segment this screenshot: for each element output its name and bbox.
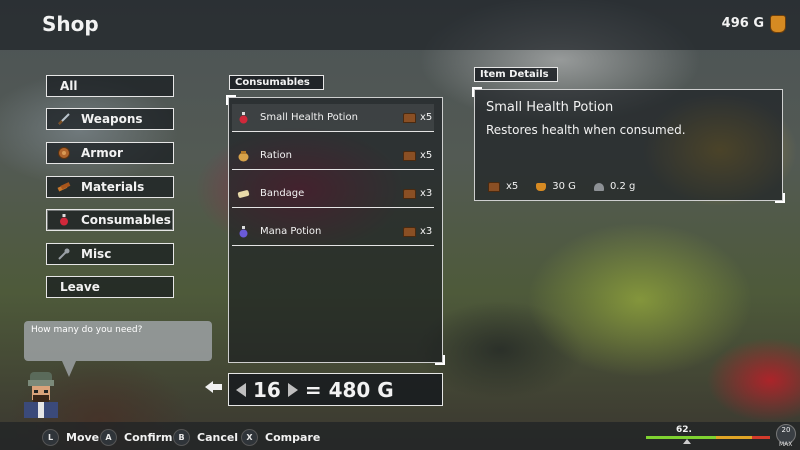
detail-stats: x5 30 G 0.2 g bbox=[488, 181, 635, 192]
category-leave-button[interactable]: Leave bbox=[46, 276, 174, 298]
category-label: Misc bbox=[81, 247, 112, 261]
hint-label: Cancel bbox=[197, 431, 239, 444]
hint-label: Compare bbox=[265, 431, 321, 444]
hint-confirm: A Confirm bbox=[100, 429, 173, 446]
category-consumables-button[interactable]: Consumables bbox=[46, 209, 174, 231]
hint-move: L Move bbox=[42, 429, 99, 446]
exp-bar bbox=[646, 436, 770, 439]
shield-icon bbox=[58, 147, 70, 159]
quantity-selector[interactable]: 16 = 480 G bbox=[228, 373, 443, 406]
chest-icon bbox=[403, 112, 416, 123]
speech-bubble: How many do you need? bbox=[24, 321, 212, 361]
item-qty: x5 bbox=[420, 150, 433, 161]
list-item[interactable]: Bandage x3 bbox=[232, 180, 434, 208]
b-button-icon: B bbox=[173, 429, 190, 446]
dialog-text: How many do you need? bbox=[31, 325, 143, 335]
item-list-title: Consumables bbox=[229, 75, 324, 90]
a-button-icon: A bbox=[100, 429, 117, 446]
item-details-title: Item Details bbox=[474, 67, 558, 82]
chest-icon bbox=[403, 150, 416, 161]
detail-item-description: Restores health when consumed. bbox=[486, 123, 686, 137]
chest-icon bbox=[488, 181, 500, 192]
category-armor-button[interactable]: Armor bbox=[46, 142, 174, 164]
item-name: Bandage bbox=[260, 188, 305, 199]
sword-icon bbox=[58, 113, 70, 125]
item-name: Small Health Potion bbox=[260, 112, 358, 123]
hint-cancel: B Cancel bbox=[173, 429, 238, 446]
l-stick-icon: L bbox=[42, 429, 59, 446]
increase-arrow-icon[interactable] bbox=[287, 382, 299, 397]
blue-potion-icon bbox=[239, 225, 248, 237]
list-item[interactable]: Mana Potion x3 bbox=[232, 218, 434, 246]
category-label: All bbox=[60, 79, 78, 93]
category-label: Armor bbox=[81, 146, 123, 160]
chest-icon bbox=[403, 226, 416, 237]
red-potion-icon bbox=[239, 111, 248, 123]
hint-label: Confirm bbox=[124, 431, 173, 444]
category-all-button[interactable]: All bbox=[46, 75, 174, 97]
quantity-total: = 480 G bbox=[304, 377, 394, 402]
item-qty: x3 bbox=[420, 188, 433, 199]
detail-owned: x5 bbox=[506, 181, 519, 192]
category-weapons-button[interactable]: Weapons bbox=[46, 108, 174, 130]
chest-icon bbox=[403, 188, 416, 199]
list-item[interactable]: Ration x5 bbox=[232, 142, 434, 170]
ration-bag-icon bbox=[238, 150, 249, 161]
bandage-icon bbox=[237, 189, 250, 198]
quantity-value: 16 bbox=[253, 377, 281, 402]
hint-label: Move bbox=[66, 431, 100, 444]
gold-amount: 496 G bbox=[721, 16, 764, 31]
exp-value: 62. bbox=[676, 425, 692, 435]
x-button-icon: X bbox=[241, 429, 258, 446]
top-bar: Shop 496 G bbox=[0, 0, 800, 50]
item-qty: x5 bbox=[420, 112, 433, 123]
page-title: Shop bbox=[42, 12, 99, 36]
shopkeeper-portrait bbox=[24, 372, 58, 418]
item-qty: x3 bbox=[420, 226, 433, 237]
category-misc-button[interactable]: Misc bbox=[46, 243, 174, 265]
category-materials-button[interactable]: Materials bbox=[46, 176, 174, 198]
level-max-label: MAX bbox=[779, 441, 793, 448]
item-name: Mana Potion bbox=[260, 226, 322, 237]
exp-marker bbox=[683, 439, 691, 444]
potion-icon bbox=[60, 214, 68, 226]
detail-item-name: Small Health Potion bbox=[486, 100, 614, 115]
weight-icon bbox=[593, 182, 604, 191]
detail-weight: 0.2 g bbox=[609, 181, 636, 192]
decrease-arrow-icon[interactable] bbox=[235, 382, 247, 397]
category-label: Materials bbox=[81, 180, 145, 194]
gold-bag-icon bbox=[770, 15, 786, 33]
category-label: Leave bbox=[60, 280, 100, 294]
key-icon bbox=[58, 248, 70, 260]
materials-icon bbox=[57, 182, 71, 192]
hand-pointer-icon bbox=[205, 381, 222, 393]
category-label: Weapons bbox=[81, 112, 143, 126]
gold-bag-icon bbox=[536, 182, 547, 191]
category-label: Consumables bbox=[81, 213, 171, 227]
hint-compare: X Compare bbox=[241, 429, 320, 446]
list-item[interactable]: Small Health Potion x5 bbox=[232, 104, 434, 132]
detail-price: 30 G bbox=[552, 181, 576, 192]
item-name: Ration bbox=[260, 150, 293, 161]
